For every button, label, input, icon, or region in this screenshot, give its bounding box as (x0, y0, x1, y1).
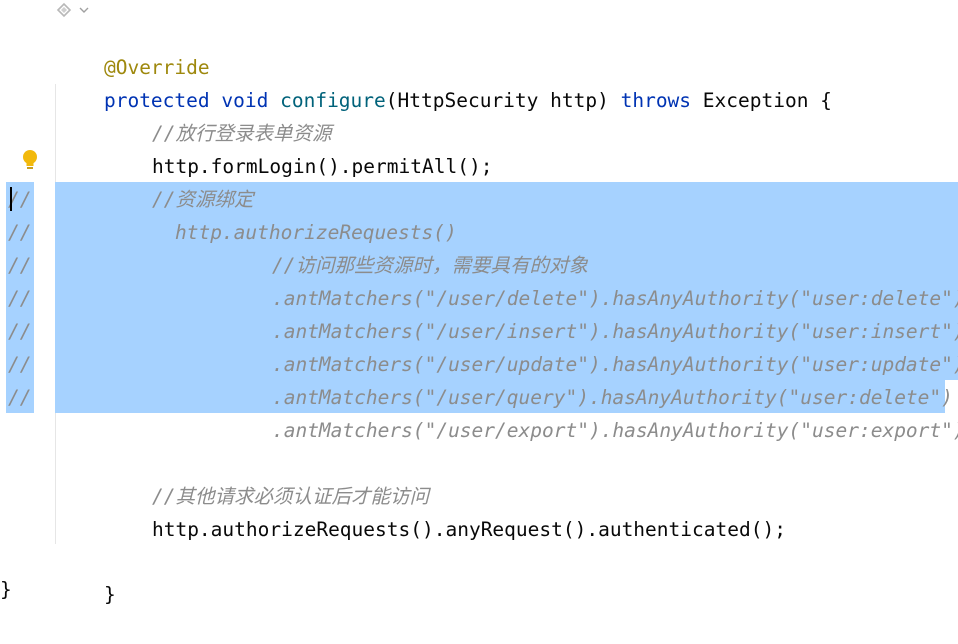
code-line-commented[interactable]: .antMatchers("/user/update").hasAnyAutho… (225, 315, 958, 376)
line-comment-prefix: // (8, 254, 32, 277)
code-line-authorize[interactable]: http.authorizeRequests().anyRequest().au… (105, 480, 786, 541)
keyword-throws: throws (620, 89, 692, 112)
text-caret (10, 187, 12, 211)
code-line-annotation[interactable]: @Override (57, 18, 210, 79)
line-comment-prefix: // (8, 221, 32, 244)
line-comment-prefix: // (8, 287, 32, 310)
code-line-commented[interactable]: .antMatchers("/user/insert").hasAnyAutho… (225, 282, 958, 343)
closing-brace: } (103, 583, 116, 606)
code-line-comment[interactable]: //放行登录表单资源 (105, 84, 331, 145)
lightbulb-icon[interactable] (20, 148, 40, 172)
line-comment-prefix: // (8, 353, 32, 376)
code-line-comment[interactable]: //其他请求必须认证后才能访问 (105, 447, 429, 508)
code-line-commented[interactable]: .antMatchers("/user/delete").hasAnyAutho… (225, 249, 958, 310)
method-exception: Exception { (691, 89, 832, 112)
code-line-comment[interactable]: //资源绑定 (105, 150, 253, 211)
commented-code: .antMatchers("/user/export").hasAnyAutho… (271, 419, 958, 442)
line-comment-prefix: // (8, 320, 32, 343)
code-line-commented[interactable]: .antMatchers("/user/query").hasAnyAuthor… (225, 348, 953, 409)
ai-assistant-icon[interactable] (56, 0, 92, 18)
code-line-formlogin[interactable]: http.formLogin().permitAll(); (105, 117, 492, 178)
code-editor[interactable]: @Override protected void configure(HttpS… (0, 0, 958, 606)
code-text: http.authorizeRequests().anyRequest().au… (151, 518, 786, 541)
code-line-method-signature[interactable]: protected void configure(HttpSecurity ht… (57, 51, 832, 112)
line-comment-prefix: // (8, 386, 32, 409)
code-line-commented[interactable]: //访问那些资源时，需要具有的对象 (225, 216, 588, 277)
code-line-commented[interactable]: .antMatchers("/user/export").hasAnyAutho… (225, 381, 958, 442)
method-params: (HttpSecurity http) (385, 89, 621, 112)
code-line-close-method[interactable]: } (57, 545, 116, 606)
closing-brace: } (0, 578, 12, 601)
code-line-close-class[interactable]: } (0, 579, 12, 601)
code-line-commented[interactable]: http.authorizeRequests() (128, 183, 457, 244)
